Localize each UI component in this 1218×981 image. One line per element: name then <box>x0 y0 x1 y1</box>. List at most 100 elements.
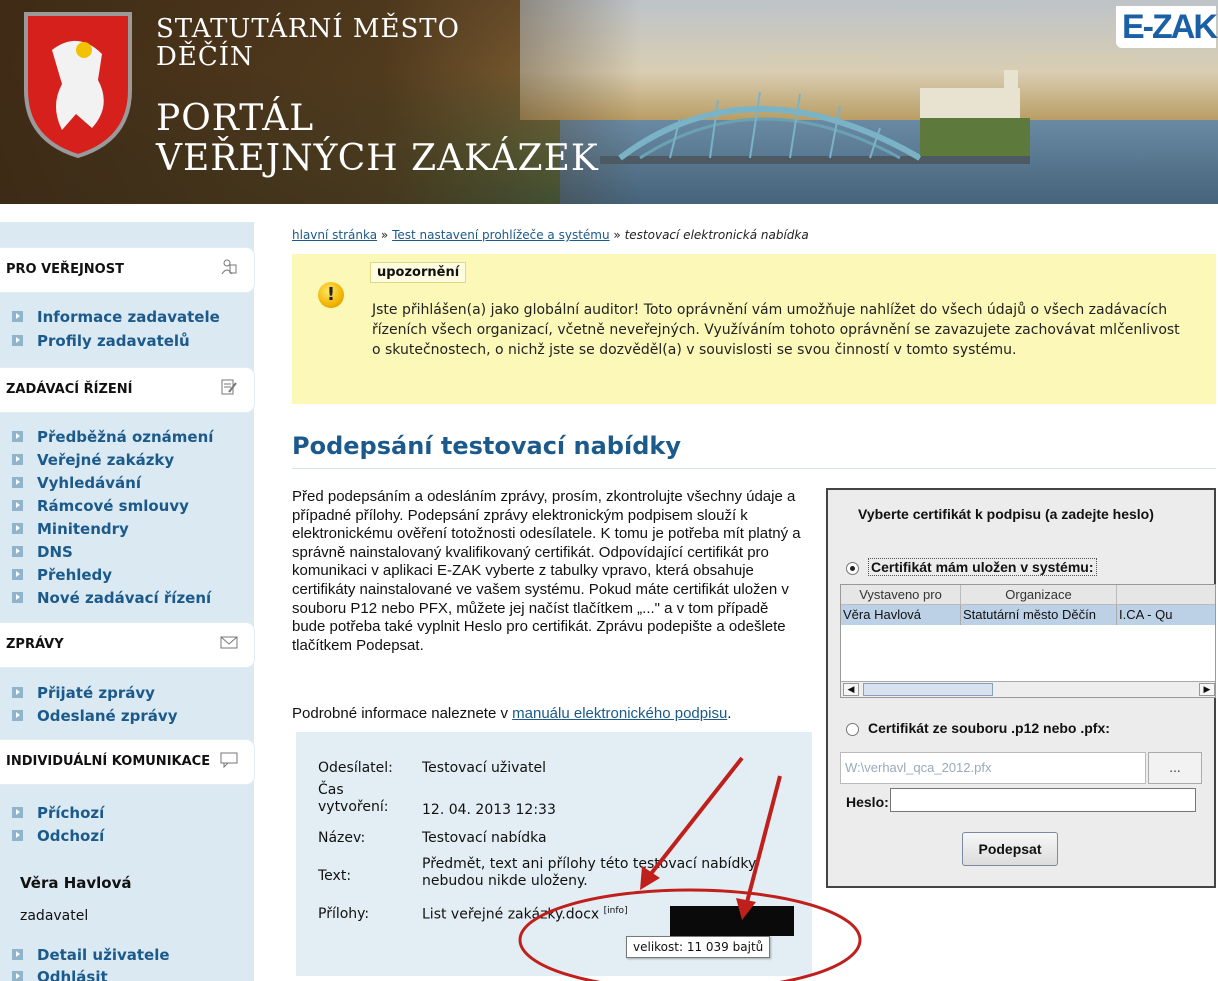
more-info: Podrobné informace naleznete v manuálu e… <box>292 705 731 722</box>
created-label: Čas vytvoření: <box>318 782 389 815</box>
column-header[interactable]: Vystaveno pro <box>841 585 961 605</box>
text-label: Text: <box>318 868 352 884</box>
title-divider <box>292 468 1216 469</box>
radio-system-certificate[interactable] <box>846 562 859 575</box>
exclamation-icon: ! <box>318 282 344 308</box>
scroll-thumb[interactable] <box>863 683 993 696</box>
bridge-illustration <box>600 70 1030 164</box>
scroll-left-icon[interactable]: ◀ <box>843 683 859 696</box>
column-header[interactable] <box>1117 585 1215 605</box>
attachment-info-link[interactable]: [info] <box>604 906 628 916</box>
sender-label: Odesílatel: <box>318 760 393 776</box>
sidebar-item-predbezna-oznameni[interactable]: Předběžná oznámení <box>12 428 213 446</box>
sidebar-section-label: ZADÁVACÍ ŘÍZENÍ <box>6 382 133 397</box>
sidebar-item-nove-zadavaci-rizeni[interactable]: Nové zadávací řízení <box>12 589 211 607</box>
sidebar: PRO VEŘEJNOST Informace zadavatele Profi… <box>0 222 254 981</box>
sidebar-item-vyhledavani[interactable]: Vyhledávání <box>12 474 141 492</box>
breadcrumb-home-link[interactable]: hlavní stránka <box>292 228 377 242</box>
instructions-text: Před podepsáním a odesláním zprávy, pros… <box>292 488 801 654</box>
table-cell[interactable]: Věra Havlová <box>841 605 961 625</box>
page-title: Podepsání testovací nabídky <box>292 432 681 460</box>
portal-title-line1: PORTÁL <box>156 98 315 139</box>
text-value: Předmět, text ani přílohy této testovací… <box>422 856 757 889</box>
browse-button[interactable]: ... <box>1148 752 1202 784</box>
certificate-table: Vystaveno pro Organizace Věra Havlová St… <box>840 584 1216 698</box>
sidebar-item-label: Odchozí <box>37 827 105 845</box>
sidebar-item-minitendry[interactable]: Minitendry <box>12 520 129 538</box>
sidebar-section-label: INDIVIDUÁLNÍ KOMUNIKACE <box>6 754 211 769</box>
submit-button-obscured[interactable] <box>670 906 794 936</box>
sidebar-item-ramcove-smlouvy[interactable]: Rámcové smlouvy <box>12 497 189 515</box>
attachment-item: List veřejné zakázky.docx [info] <box>422 906 628 923</box>
sidebar-item-label: Příchozí <box>37 804 105 822</box>
manual-link[interactable]: manuálu elektronického podpisu <box>512 705 727 722</box>
breadcrumb-test-link[interactable]: Test nastavení prohlížeče a systému <box>392 228 610 242</box>
sidebar-item-verejne-zakazky[interactable]: Veřejné zakázky <box>12 451 174 469</box>
envelope-icon <box>220 633 238 651</box>
password-label: Heslo: <box>846 794 889 810</box>
sidebar-item-prichozi[interactable]: Příchozí <box>12 804 104 822</box>
attachments-label: Přílohy: <box>318 906 370 922</box>
sidebar-item-label: DNS <box>37 543 73 561</box>
column-header[interactable]: Organizace <box>961 585 1117 605</box>
table-cell[interactable]: I.CA - Qu <box>1117 605 1215 625</box>
city-name-line2: DĚČÍN <box>156 42 254 72</box>
bullet-arrow-icon <box>12 311 23 322</box>
table-cell[interactable]: Statutární město Děčín <box>961 605 1117 625</box>
sidebar-item-label: Přijaté zprávy <box>37 684 155 702</box>
sidebar-item-detail-uzivatele[interactable]: Detail uživatele <box>12 946 170 964</box>
sidebar-item-odchozi[interactable]: Odchozí <box>12 827 104 845</box>
name-value: Testovací nabídka <box>422 830 547 846</box>
sidebar-item-informace-zadavatele[interactable]: Informace zadavatele <box>12 308 220 326</box>
bullet-arrow-icon <box>12 569 23 580</box>
bullet-arrow-icon <box>12 971 23 981</box>
option-system-label[interactable]: Certifikát mám uložen v systému: <box>868 558 1097 576</box>
sidebar-item-label: Informace zadavatele <box>37 308 220 326</box>
scroll-right-icon[interactable]: ▶ <box>1199 683 1215 696</box>
sidebar-item-label: Profily zadavatelů <box>37 332 190 350</box>
sidebar-item-label: Odeslané zprávy <box>37 707 178 725</box>
bullet-arrow-icon <box>12 949 23 960</box>
radio-file-certificate[interactable] <box>846 723 859 736</box>
bullet-arrow-icon <box>12 477 23 488</box>
bullet-arrow-icon <box>12 431 23 442</box>
sidebar-item-label: Minitendry <box>37 520 129 538</box>
certificate-file-input[interactable]: W:\verhavl_qca_2012.pfx <box>840 752 1146 784</box>
breadcrumb-separator: » <box>613 228 621 242</box>
warning-box: ! upozornění Jste přihlášen(a) jako glob… <box>292 254 1216 404</box>
signature-applet: Vyberte certifikát k podpisu (a zadejte … <box>826 488 1216 888</box>
sidebar-item-label: Odhlásit <box>37 968 108 981</box>
ezak-logo[interactable]: E-ZAK <box>1116 6 1218 48</box>
sidebar-item-odeslane-zpravy[interactable]: Odeslané zprávy <box>12 707 177 725</box>
sidebar-item-label: Detail uživatele <box>37 946 170 964</box>
user-name: Věra Havlová <box>20 874 132 892</box>
sidebar-item-prijate-zpravy[interactable]: Přijaté zprávy <box>12 684 155 702</box>
sidebar-section-communication: INDIVIDUÁLNÍ KOMUNIKACE <box>0 740 254 784</box>
site-header: STATUTÁRNÍ MĚSTO DĚČÍN PORTÁL VEŘEJNÝCH … <box>0 0 1218 204</box>
sidebar-item-prehledy[interactable]: Přehledy <box>12 566 112 584</box>
sidebar-item-label: Rámcové smlouvy <box>37 497 189 515</box>
horizontal-scrollbar[interactable]: ◀ ▶ <box>841 681 1215 697</box>
breadcrumb-separator: » <box>380 228 389 242</box>
sender-value: Testovací uživatel <box>422 760 547 776</box>
city-crest-icon <box>24 12 132 159</box>
sidebar-item-label: Nové zadávací řízení <box>37 589 212 607</box>
warning-message: Jste přihlášen(a) jako globální auditor!… <box>372 302 1180 358</box>
bullet-arrow-icon <box>12 500 23 511</box>
sidebar-item-profily-zadavatelu[interactable]: Profily zadavatelů <box>12 332 190 350</box>
breadcrumb-current: testovací elektronická nabídka <box>624 228 809 242</box>
sidebar-item-label: Vyhledávání <box>37 474 141 492</box>
more-info-suffix: . <box>727 705 732 722</box>
name-label: Název: <box>318 830 366 846</box>
edit-document-icon <box>220 378 238 396</box>
sign-button[interactable]: Podepsat <box>962 832 1058 866</box>
sidebar-item-dns[interactable]: DNS <box>12 543 73 561</box>
sidebar-section-public: PRO VEŘEJNOST <box>0 248 254 292</box>
sidebar-item-odhlasit[interactable]: Odhlásit <box>12 968 108 981</box>
password-field[interactable] <box>890 788 1196 812</box>
attachment-file-link[interactable]: List veřejné zakázky.docx <box>422 907 599 923</box>
bullet-arrow-icon <box>12 687 23 698</box>
option-file-label[interactable]: Certifikát ze souboru .p12 nebo .pfx: <box>868 720 1110 736</box>
applet-title: Vyberte certifikát k podpisu (a zadejte … <box>858 506 1154 522</box>
bullet-arrow-icon <box>12 546 23 557</box>
